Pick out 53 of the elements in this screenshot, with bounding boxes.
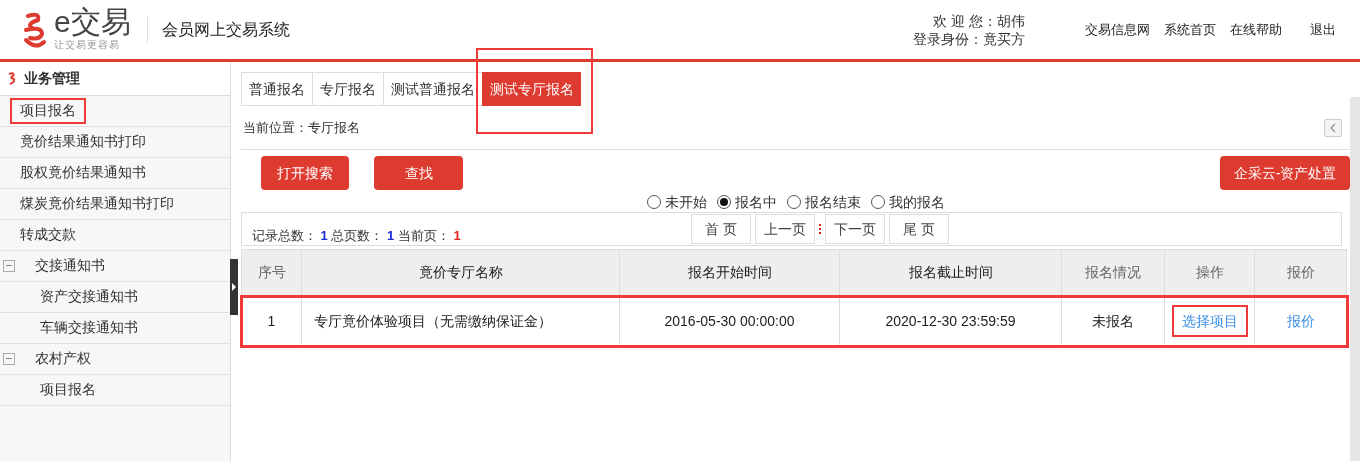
open-search-button[interactable]: 打开搜索 [261,156,349,190]
column-header: 报名截止时间 [839,249,1062,297]
tab[interactable]: 测试专厅报名 [482,72,581,106]
record-summary: 记录总数： 1 总页数： 1 当前页： 1 [252,227,461,246]
chevron-left-icon [1330,122,1336,133]
sidebar-item[interactable]: 项目报名 [30,376,106,404]
sidebar-item[interactable]: 资产交接通知书 [30,283,148,311]
sidebar-item[interactable]: 股权竟价结果通知书 [10,159,156,187]
pager-button[interactable]: 尾 页 [889,214,949,244]
column-header: 报名开始时间 [619,249,840,297]
collapse-button[interactable] [1324,118,1342,137]
column-header: 序号 [241,249,302,297]
header-link[interactable]: 系统首页 [1164,19,1216,40]
sidebar-item[interactable]: 农村产权 [25,345,101,373]
column-header: 竟价专厅名称 [301,249,620,297]
sidebar-item[interactable]: 转成交款 [10,221,86,249]
column-header: 报名情况 [1061,249,1165,297]
pager-button[interactable]: 首 页 [691,214,751,244]
user-role: 竟买方 [983,30,1025,47]
sidebar-item[interactable]: 煤炭竟价结果通知书打印 [10,190,184,218]
radio-label: 我的报名 [889,192,945,212]
separator-mark [819,224,821,234]
radio-label: 报名中 [735,192,777,212]
tab[interactable]: 专厅报名 [312,72,383,106]
pager-button[interactable]: 下一页 [825,214,885,244]
system-title: 会员网上交易系统 [161,19,290,40]
radio-label: 报名结束 [805,192,861,212]
logo-icon [8,72,16,85]
search-button[interactable]: 查找 [374,156,463,190]
sidebar-item[interactable]: 车辆交接通知书 [30,314,148,342]
collapse-icon[interactable] [3,260,15,272]
action-button[interactable]: 企采云-资产处置 [1220,156,1350,190]
header-link[interactable]: 交易信息网 [1085,19,1150,40]
sidebar-item[interactable]: 项目报名 [10,97,86,125]
welcome-label: 欢 迎 您： [933,12,997,29]
pager-button[interactable]: 上一页 [755,214,815,244]
collapse-icon[interactable] [3,353,15,365]
collapse-handle[interactable] [230,259,238,315]
column-header: 报价 [1254,249,1347,297]
sidebar-item[interactable]: 交接通知书 [25,252,115,280]
tab[interactable]: 测试普通报名 [383,72,482,106]
logo-text: e交易 [54,7,131,37]
role-label: 登录身份： [913,30,983,47]
column-header: 操作 [1164,249,1255,297]
logo-slogan: 让交易更容易 [54,38,121,52]
header-link[interactable]: 退出 [1310,19,1336,40]
sidebar-item[interactable]: 竟价结果通知书打印 [10,128,156,156]
sidebar-title: 业务管理 [24,69,80,88]
user-name: 胡伟 [997,12,1025,29]
radio-label: 未开始 [665,192,707,212]
header-link[interactable]: 在线帮助 [1230,19,1282,40]
tab[interactable]: 普通报名 [241,72,312,106]
breadcrumb: 当前位置：专厅报名 [243,118,360,137]
